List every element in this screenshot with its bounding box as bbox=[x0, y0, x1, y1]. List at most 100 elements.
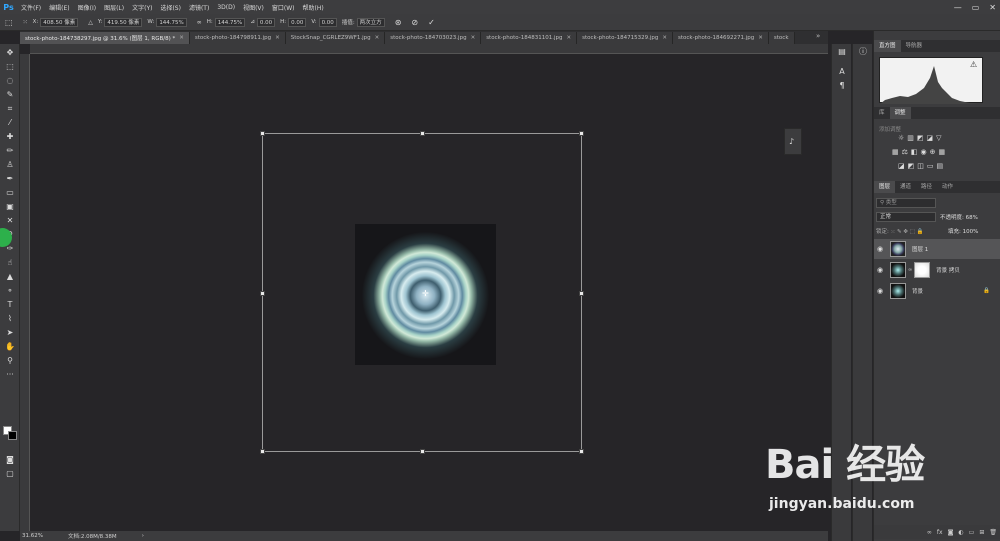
maximize-button[interactable]: ▭ bbox=[972, 3, 980, 12]
info-icon[interactable]: ⓘ bbox=[857, 46, 869, 58]
layer-filter-select[interactable]: ⚲ 类型 bbox=[876, 198, 936, 208]
visibility-eye-icon[interactable]: ◉ bbox=[874, 266, 886, 274]
menu-type[interactable]: 文字(Y) bbox=[128, 3, 156, 12]
blend-mode-select[interactable]: 正常 bbox=[876, 212, 936, 222]
character-icon[interactable]: A bbox=[836, 66, 848, 78]
more-tools-icon[interactable]: ··· bbox=[3, 369, 17, 380]
tab-navigator[interactable]: 导航器 bbox=[901, 40, 928, 52]
tab-document[interactable]: StockSnap_CGRLEZ9WF1.jpg ✕ bbox=[285, 32, 386, 44]
invert-icon[interactable]: ◪ bbox=[898, 162, 905, 170]
bw-icon[interactable]: ◧ bbox=[911, 148, 918, 156]
fill-control[interactable]: 填充: 100% bbox=[948, 227, 978, 235]
tab-document[interactable]: stock-photo-184831101.jpg ✕ bbox=[481, 32, 578, 44]
fill-value[interactable]: 100% bbox=[963, 229, 979, 235]
crop-tool-icon[interactable]: ⌗ bbox=[3, 103, 17, 114]
eraser-tool-icon[interactable]: ▭ bbox=[3, 187, 17, 198]
hue-icon[interactable]: ▦ bbox=[892, 148, 899, 156]
menu-layer[interactable]: 图层(L) bbox=[100, 3, 128, 12]
close-tab-icon[interactable]: ✕ bbox=[758, 35, 763, 41]
close-tab-icon[interactable]: ✕ bbox=[662, 35, 667, 41]
collapsed-panel[interactable]: ♪ bbox=[784, 128, 802, 155]
close-tab-icon[interactable]: ✕ bbox=[566, 35, 571, 41]
commit-transform-icon[interactable]: ✓ bbox=[428, 18, 435, 27]
eyedropper-tool-icon[interactable]: ⁄ bbox=[3, 117, 17, 128]
tab-actions[interactable]: 动作 bbox=[937, 181, 958, 193]
delete-layer-icon[interactable]: 🗑 bbox=[989, 529, 997, 536]
healing-brush-icon[interactable]: ✚ bbox=[3, 131, 17, 142]
gradient-tool-icon[interactable]: ▣ bbox=[3, 201, 17, 212]
close-button[interactable]: ✕ bbox=[989, 3, 996, 12]
tab-paths[interactable]: 路径 bbox=[916, 181, 937, 193]
add-mask-icon[interactable]: ◙ bbox=[948, 529, 954, 536]
tab-library[interactable]: 库 bbox=[874, 107, 890, 119]
blur-tool-icon[interactable]: ✕ bbox=[3, 215, 17, 226]
threshold-icon[interactable]: ◫ bbox=[917, 162, 924, 170]
vskew-field[interactable]: 0.00 bbox=[318, 17, 337, 27]
lasso-tool-icon[interactable]: ◌ bbox=[3, 75, 17, 86]
transform-handle-r[interactable] bbox=[579, 291, 584, 296]
sponge-tool-icon[interactable]: ▲ bbox=[3, 271, 17, 282]
layer-row-selected[interactable]: ◉ 图层 1 bbox=[874, 239, 1000, 259]
visibility-eye-icon[interactable]: ◉ bbox=[874, 287, 886, 295]
exposure-icon[interactable]: ◪ bbox=[927, 134, 934, 142]
x-field[interactable]: 408.50 像素 bbox=[40, 17, 79, 27]
color-lookup-icon[interactable]: ▦ bbox=[939, 148, 946, 156]
minimize-button[interactable]: — bbox=[954, 3, 962, 12]
link-icon[interactable]: ∞ bbox=[197, 19, 202, 26]
curves-icon[interactable]: ◩ bbox=[917, 134, 924, 142]
background-color-swatch[interactable] bbox=[8, 431, 17, 440]
hand-tool-icon[interactable]: ✋ bbox=[3, 341, 17, 352]
link-layers-icon[interactable]: ∞ bbox=[927, 529, 932, 536]
interpolation-select[interactable]: 两次立方 bbox=[356, 17, 385, 27]
transform-handle-tl[interactable] bbox=[260, 131, 265, 136]
tab-histogram[interactable]: 直方图 bbox=[874, 40, 901, 52]
paragraph-icon[interactable]: ¶ bbox=[836, 80, 848, 92]
menu-image[interactable]: 图像(I) bbox=[74, 3, 100, 12]
menu-3d[interactable]: 3D(D) bbox=[213, 4, 239, 11]
close-tab-icon[interactable]: ✕ bbox=[275, 35, 280, 41]
screen-mode-icon[interactable]: ▢ bbox=[3, 468, 17, 479]
y-field[interactable]: 419.50 像素 bbox=[104, 17, 143, 27]
menu-filter[interactable]: 滤镜(T) bbox=[185, 3, 213, 12]
path-select-icon[interactable]: ⚬ bbox=[3, 285, 17, 296]
menu-help[interactable]: 帮助(H) bbox=[299, 3, 328, 12]
new-layer-icon[interactable]: ⊞ bbox=[979, 529, 984, 536]
color-balance-icon[interactable]: ⚖ bbox=[902, 148, 908, 156]
status-arrow-icon[interactable]: › bbox=[142, 533, 144, 539]
new-group-icon[interactable]: ▭ bbox=[969, 529, 975, 536]
layer-style-icon[interactable]: fx bbox=[937, 529, 943, 536]
brightness-icon[interactable]: ☼ bbox=[898, 134, 904, 142]
direct-select-icon[interactable]: ➤ bbox=[3, 327, 17, 338]
menu-window[interactable]: 窗口(W) bbox=[268, 3, 299, 12]
transform-center-icon[interactable]: ✛ bbox=[422, 289, 429, 298]
tab-channels[interactable]: 通道 bbox=[895, 181, 916, 193]
transform-handle-br[interactable] bbox=[579, 449, 584, 454]
angle-field[interactable]: 0.00 bbox=[256, 17, 276, 27]
properties-icon[interactable]: ▤ bbox=[836, 46, 848, 58]
tab-document-active[interactable]: stock-photo-184738297.jpg @ 31.6% (图层 1,… bbox=[20, 32, 190, 44]
tab-layers[interactable]: 图层 bbox=[874, 181, 896, 193]
transform-handle-bl[interactable] bbox=[260, 449, 265, 454]
warp-icon[interactable]: ⊛ bbox=[395, 18, 402, 27]
vibrance-icon[interactable]: ▽ bbox=[936, 134, 941, 142]
adjustment-layer-icon[interactable]: ◐ bbox=[958, 529, 963, 536]
hskew-field[interactable]: 0.00 bbox=[288, 17, 307, 27]
quick-select-tool-icon[interactable]: ✎ bbox=[3, 89, 17, 100]
layer-row[interactable]: ◉ ∞ 背景 拷贝 bbox=[874, 260, 1000, 280]
layer-row[interactable]: ◉ 背景 🔒 bbox=[874, 281, 1000, 301]
menu-view[interactable]: 视图(V) bbox=[239, 3, 268, 12]
marquee-tool-icon[interactable]: ⬚ bbox=[3, 61, 17, 72]
tab-adjustments[interactable]: 调整 bbox=[889, 107, 911, 119]
tab-document[interactable]: stock bbox=[768, 32, 795, 44]
menu-file[interactable]: 文件(F) bbox=[17, 3, 45, 12]
delta-icon[interactable]: △ bbox=[88, 19, 93, 26]
type-tool-icon[interactable]: T bbox=[3, 299, 17, 310]
move-tool-icon[interactable]: ✥ bbox=[3, 47, 17, 58]
transform-handle-l[interactable] bbox=[260, 291, 265, 296]
transform-handle-t[interactable] bbox=[420, 131, 425, 136]
zoom-tool-icon[interactable]: ⚲ bbox=[3, 355, 17, 366]
menu-edit[interactable]: 编辑(E) bbox=[45, 3, 73, 12]
tab-document[interactable]: stock-photo-184692271.jpg ✕ bbox=[673, 32, 769, 44]
transform-handle-tr[interactable] bbox=[579, 131, 584, 136]
smudge-tool-icon[interactable]: ☝ bbox=[3, 257, 17, 268]
